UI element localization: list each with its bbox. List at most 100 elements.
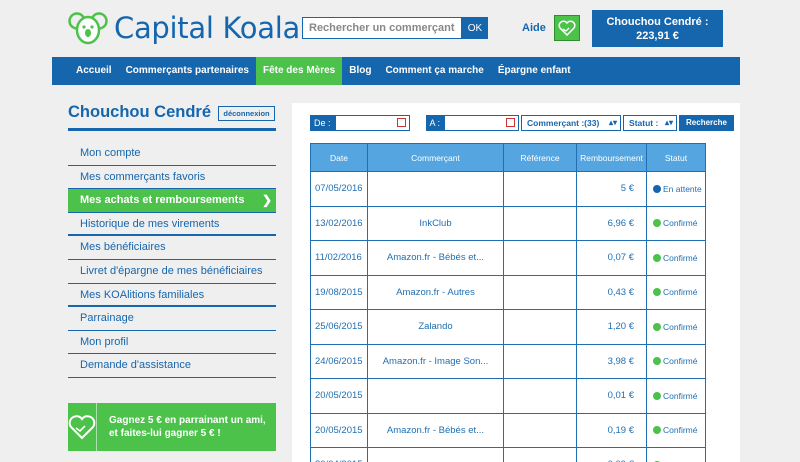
dropdown-arrow-icon: ▴▾ [665,118,674,127]
cell-merchant [367,447,504,462]
status-label: En attente [663,183,702,194]
logo[interactable]: Capital Koala [68,10,300,46]
nav-fete-des-meres[interactable]: Fête des Mères [255,57,343,85]
status-dot-icon [653,253,661,262]
search-bar: OK [302,17,488,39]
cell-date: 07/05/2016 [310,171,368,207]
table-row[interactable]: 25/06/2015 Zalando 1,20 € Confirmé [310,309,706,345]
col-date[interactable]: Date [310,143,368,172]
table-row[interactable]: 07/05/2016 5 € En attente [310,171,706,207]
sidebar-item-achats-remboursements[interactable]: Mes achats et remboursements ❯ [68,189,276,213]
status-label: Confirmé [663,321,698,332]
cell-refund: 0,09 € [576,447,647,462]
search-ok-button[interactable]: OK [462,17,488,39]
col-merchant[interactable]: Commerçant [367,143,504,172]
table-row[interactable]: 20/05/2015 Amazon.fr - Bébés et... 0,19 € C… [310,412,706,448]
cell-refund: 6,96 € [576,205,647,241]
cell-date: 20/05/2015 [310,412,368,448]
logout-button[interactable]: déconnexion [218,106,275,121]
sidebar-item-label: Mes achats et remboursements [80,194,245,207]
account-name: Chouchou Cendré : [606,16,709,28]
cell-merchant: InkClub [367,205,504,241]
table-header-row: Date Commerçant Référence Remboursement … [310,143,706,172]
cell-reference [503,447,577,462]
cell-date: 24/06/2015 [310,343,368,379]
cell-reference [503,412,577,448]
cell-reference [503,171,577,207]
status-dot-icon [653,322,661,331]
table-row[interactable]: 19/08/2015 Amazon.fr - Autres 0,43 € Confir… [310,274,706,310]
sidebar-item-commercants-favoris[interactable]: Mes commerçants favoris [68,166,276,190]
sidebar-item-beneficiaires[interactable]: Mes bénéficiaires [68,236,276,260]
status-select[interactable]: Statut : ▴▾ [623,115,678,131]
cell-date: 25/06/2015 [310,309,368,345]
account-balance-box[interactable]: Chouchou Cendré : 223,91 € [592,10,723,47]
nav-accueil[interactable]: Accueil [69,57,119,85]
cell-merchant: Amazon.fr - Bébés et... [367,240,504,276]
cell-refund: 5 € [576,171,647,207]
cell-reference [503,274,577,310]
status-dot-icon [653,184,661,193]
header: Capital Koala OK Aide Chouchou Cendré : … [0,0,800,57]
to-date-input[interactable] [444,115,520,131]
cell-status: Confirmé [646,274,706,310]
filter-bar: De : A : Commerçant :(33) ▴▾ Statut : ▴▾… [310,115,734,131]
cell-merchant [367,171,504,207]
nav-comment-ca-marche[interactable]: Comment ça marche [378,57,490,85]
dropdown-arrow-icon: ▴▾ [609,118,618,127]
sidebar-item-assistance[interactable]: Demande d'assistance [68,354,276,378]
from-date-input[interactable] [334,115,410,131]
cell-date: 20/05/2015 [310,378,368,414]
help-link[interactable]: Aide [522,22,546,34]
calendar-icon[interactable] [396,118,406,127]
sidebar-item-mon-profil[interactable]: Mon profil [68,331,276,355]
search-filter-button[interactable]: Recherche [679,115,734,131]
status-label: Confirmé [663,218,698,229]
table-row[interactable]: 24/06/2015 Amazon.fr - Image Son... 3,98 €… [310,343,706,379]
referral-promo[interactable]: Gagnez 5 € en parrainant un ami, et fait… [68,403,276,451]
search-input[interactable] [302,17,462,39]
cell-reference [503,240,577,276]
cell-status: Confirmé [646,309,706,345]
status-label: Confirmé [663,390,698,401]
page-title: Chouchou Cendré [68,103,211,121]
table-row[interactable]: 20/05/2015 0,01 € Confirmé [310,378,706,414]
nav-commercants-partenaires[interactable]: Commerçants partenaires [119,57,256,85]
cell-merchant: Amazon.fr - Bébés et... [367,412,504,448]
table-row[interactable]: 11/02/2016 Amazon.fr - Bébés et... 0,07 € C… [310,240,706,276]
table-row[interactable]: 30/04/2015 0,09 €Confirmé [310,447,706,462]
to-label: A : [425,115,445,131]
status-label: Confirmé [663,287,698,298]
calendar-icon[interactable] [506,118,516,127]
sidebar-item-historique-virements[interactable]: Historique de mes virements [68,213,276,237]
col-reference[interactable]: Référence [503,143,577,172]
cell-reference [503,205,577,241]
status-label: Confirmé [663,252,698,263]
sidebar-item-parrainage[interactable]: Parrainage [68,307,276,331]
merchant-select[interactable]: Commerçant :(33) ▴▾ [521,115,622,131]
cell-merchant: Amazon.fr - Image Son... [367,343,504,379]
cell-reference [503,378,577,414]
cell-refund: 0,43 € [576,274,647,310]
cell-date: 19/08/2015 [310,274,368,310]
sidebar-item-mon-compte[interactable]: Mon compte [68,142,276,166]
cell-date: 11/02/2016 [310,240,368,276]
cell-status: Confirmé [646,378,706,414]
col-refund[interactable]: Remboursement [576,143,647,172]
nav-blog[interactable]: Blog [342,57,378,85]
from-label: De : [310,115,335,131]
sidebar-item-livret-epargne[interactable]: Livret d'épargne de mes bénéficiaires [68,260,276,284]
handshake-icon[interactable] [554,15,580,41]
nav-epargne-enfant[interactable]: Épargne enfant [491,57,578,85]
cell-status: Confirmé [646,343,706,379]
cell-merchant: Amazon.fr - Autres [367,274,504,310]
table-row[interactable]: 13/02/2016 InkClub 6,96 € Confirmé [310,205,706,241]
heart-handshake-icon [68,403,97,451]
cell-refund: 0,07 € [576,240,647,276]
purchases-table: Date Commerçant Référence Remboursement … [310,143,706,462]
sidebar-item-koalitions[interactable]: Mes KOAlitions familiales [68,284,276,308]
cell-refund: 0,19 € [576,412,647,448]
account-balance: 223,91 € [636,30,679,42]
status-dot-icon [653,288,661,297]
col-status[interactable]: Statut [646,143,706,172]
